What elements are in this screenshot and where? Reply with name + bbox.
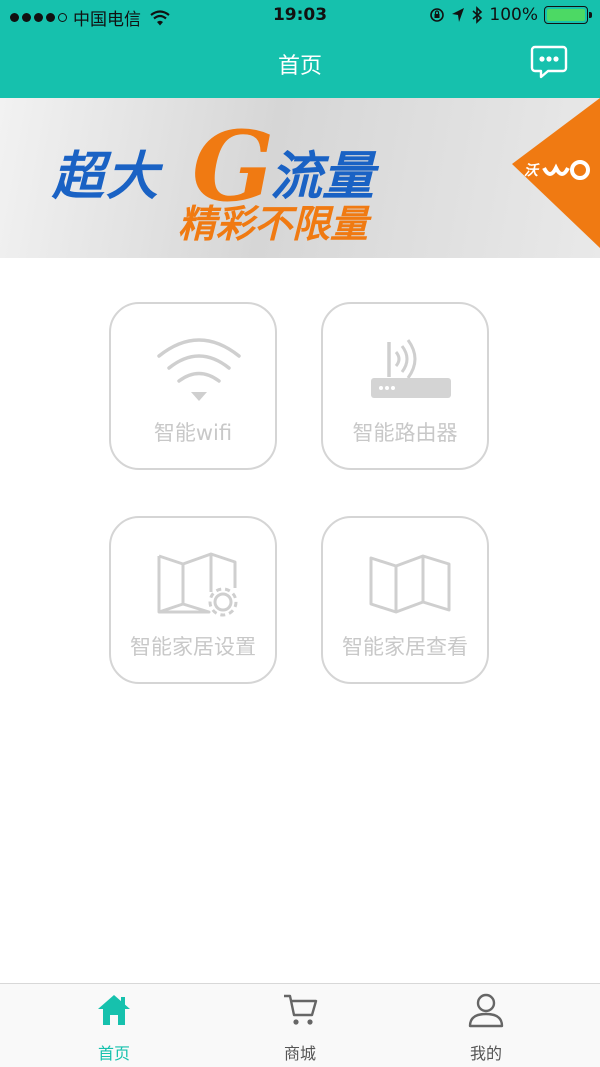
cart-icon: [284, 994, 318, 1025]
battery-percent: 100%: [489, 5, 538, 25]
banner-subheadline: 精彩不限量: [178, 202, 369, 246]
battery-icon: [544, 6, 592, 24]
location-arrow-icon: [452, 8, 465, 22]
tile-label: 智能wifi: [153, 421, 233, 445]
tab-shop-label: 商城: [283, 1044, 316, 1063]
brand-corner-text: 沃: [524, 163, 538, 179]
status-bar: 中国电信 19:03 100%: [0, 0, 600, 30]
tile-smart-home-view[interactable]: 智能家居查看: [321, 516, 489, 684]
user-icon: [468, 993, 504, 1028]
banner-headline-part1: 超大: [52, 147, 161, 207]
promo-banner[interactable]: 超大 G 流量 精彩不限量 沃: [0, 98, 600, 258]
tab-mine-label: 我的: [469, 1044, 502, 1063]
rotation-lock-icon: [430, 8, 445, 22]
tile-label: 智能家居查看: [342, 635, 468, 659]
home-icon: [98, 995, 130, 1025]
tile-label: 智能家居设置: [130, 635, 256, 659]
tile-smart-router[interactable]: 智能路由器: [321, 302, 489, 470]
page-title: 首页: [277, 54, 322, 79]
chat-bubble-icon[interactable]: [530, 44, 568, 80]
tab-home-label: 首页: [97, 1044, 130, 1063]
bluetooth-icon: [472, 6, 483, 24]
tab-home[interactable]: 首页: [14, 984, 214, 1067]
tab-bar: 首页 商城 我的: [0, 983, 600, 1067]
tab-mine[interactable]: 我的: [386, 984, 586, 1067]
status-right: 100%: [429, 5, 592, 25]
tile-label: 智能路由器: [352, 421, 458, 445]
tile-smart-wifi[interactable]: 智能wifi: [109, 302, 277, 470]
tab-shop[interactable]: 商城: [200, 984, 400, 1067]
tile-smart-home-settings[interactable]: 智能家居设置: [109, 516, 277, 684]
